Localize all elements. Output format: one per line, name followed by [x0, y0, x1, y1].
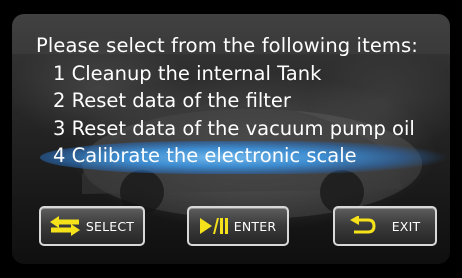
- menu-item-calibrate-scale[interactable]: 4 Calibrate the electronic scale: [53, 144, 357, 167]
- enter-button-label: ENTER: [233, 218, 277, 234]
- select-button[interactable]: SELECT: [39, 206, 145, 246]
- enter-button[interactable]: ENTER: [187, 206, 289, 246]
- menu-item-reset-filter[interactable]: 2 Reset data of the filter: [53, 89, 291, 112]
- page-title: Please select from the following items:: [36, 34, 418, 57]
- select-button-label: SELECT: [85, 218, 135, 234]
- menu-item-cleanup-tank[interactable]: 1 Cleanup the internal Tank: [53, 62, 321, 85]
- menu-panel: Please select from the following items: …: [12, 14, 450, 264]
- exit-button[interactable]: EXIT: [333, 206, 437, 246]
- play-pause-icon: [199, 217, 228, 235]
- screen: Please select from the following items: …: [0, 0, 462, 278]
- return-arrow-icon: [349, 216, 376, 236]
- exit-button-label: EXIT: [391, 218, 421, 234]
- menu-item-reset-vacuum-pump-oil[interactable]: 3 Reset data of the vacuum pump oil: [53, 117, 415, 140]
- swap-arrows-icon: [49, 215, 80, 237]
